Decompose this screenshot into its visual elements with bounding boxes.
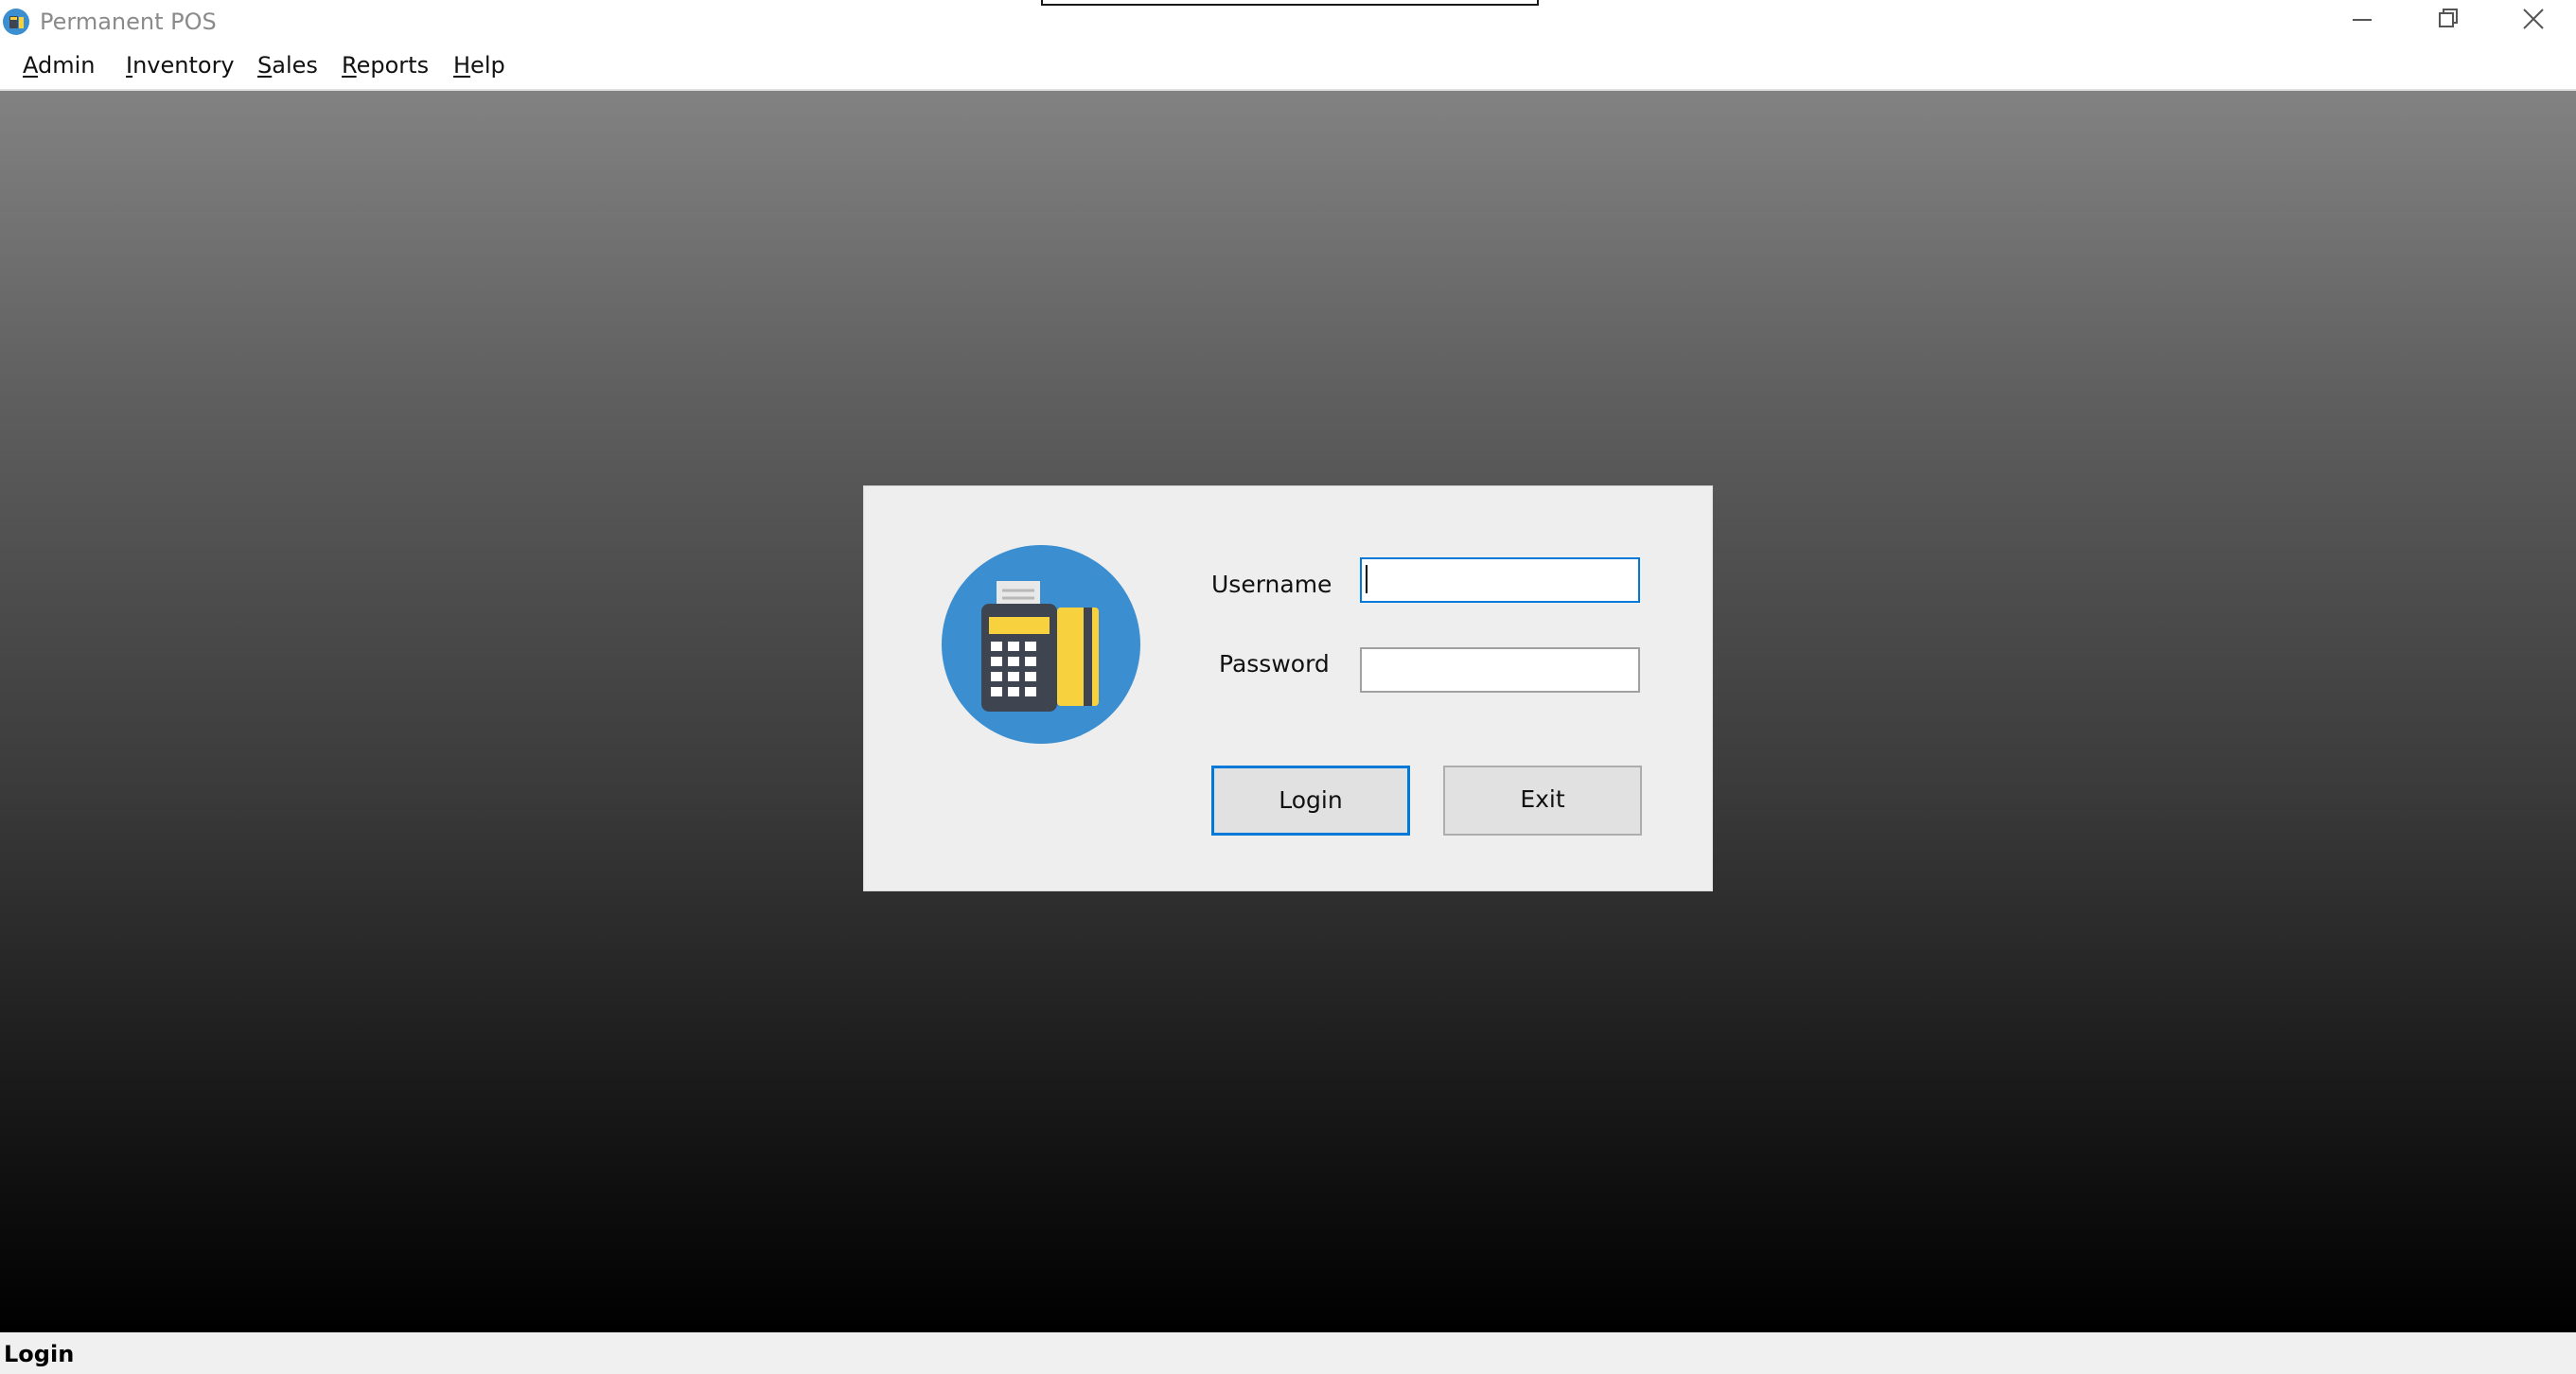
menu-inventory-label: nventory bbox=[132, 52, 235, 79]
minimize-icon bbox=[2353, 19, 2372, 21]
menu-admin[interactable]: Admin bbox=[23, 51, 96, 79]
menu-help[interactable]: Help bbox=[453, 51, 505, 79]
menu-reports-accel: R bbox=[342, 52, 357, 79]
username-label: Username bbox=[1211, 571, 1332, 598]
menu-help-accel: H bbox=[453, 52, 471, 79]
status-bar: Login bbox=[0, 1332, 2576, 1374]
menu-sales[interactable]: Sales bbox=[257, 51, 318, 79]
drag-indicator bbox=[1041, 0, 1539, 6]
app-window: Permanent POS Admin Inventory Sales Repo… bbox=[0, 0, 2576, 1374]
minimize-button[interactable] bbox=[2320, 0, 2404, 40]
pos-app-icon bbox=[2, 8, 30, 36]
menu-sales-accel: S bbox=[257, 52, 273, 79]
menu-sales-label: ales bbox=[272, 52, 318, 79]
exit-button[interactable]: Exit bbox=[1443, 766, 1642, 836]
restore-button[interactable] bbox=[2406, 0, 2489, 40]
status-text: Login bbox=[4, 1341, 75, 1367]
menu-help-label: elp bbox=[470, 52, 505, 79]
menu-reports[interactable]: Reports bbox=[342, 51, 429, 79]
text-caret bbox=[1366, 565, 1367, 593]
menu-inventory[interactable]: Inventory bbox=[126, 51, 235, 79]
title-bar[interactable]: Permanent POS bbox=[0, 0, 2576, 44]
menu-admin-accel: A bbox=[23, 52, 38, 79]
username-input[interactable] bbox=[1360, 557, 1640, 603]
close-icon bbox=[2523, 9, 2544, 29]
close-button[interactable] bbox=[2491, 0, 2574, 40]
login-button[interactable]: Login bbox=[1211, 766, 1410, 836]
menu-bar: Admin Inventory Sales Reports Help bbox=[0, 44, 2576, 91]
pos-terminal-icon bbox=[942, 541, 1140, 748]
restore-icon bbox=[2439, 9, 2458, 27]
password-label: Password bbox=[1219, 650, 1330, 678]
menu-admin-label: dmin bbox=[38, 52, 96, 79]
window-title: Permanent POS bbox=[40, 9, 217, 35]
menu-reports-label: eports bbox=[356, 52, 430, 79]
password-input[interactable] bbox=[1360, 647, 1640, 693]
